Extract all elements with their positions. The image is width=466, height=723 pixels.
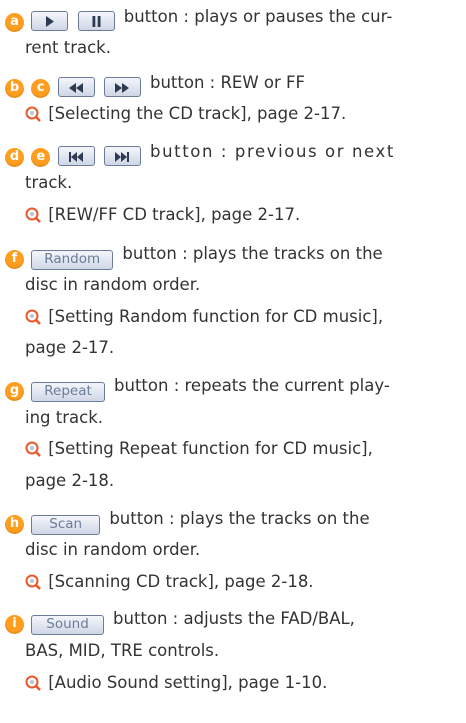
magnifier-icon: [25, 574, 41, 590]
item-i: i Sound button : adjusts the FAD/BAL,: [5, 608, 355, 635]
item-g-ref-text: [Setting Repeat function for CD music],: [48, 439, 373, 458]
item-de: d e button : previous or next: [5, 141, 395, 167]
item-i-desc: button : adjusts the FAD/BAL,: [113, 609, 355, 628]
rewind-icon: [69, 82, 83, 93]
badge-d: d: [5, 148, 24, 167]
item-bc: b c button : REW or FF: [5, 72, 306, 98]
rewind-button[interactable]: [57, 77, 95, 97]
item-de-ref[interactable]: [REW/FF CD track], page 2-17.: [25, 204, 300, 226]
item-de-desc: button : previous or next: [150, 142, 395, 161]
item-g: g Repeat button : repeats the current pl…: [5, 375, 390, 402]
magnifier-icon: [25, 675, 41, 691]
previous-track-icon: [69, 151, 83, 162]
magnifier-icon: [25, 441, 41, 457]
item-i-ref[interactable]: [Audio Sound setting], page 1-10.: [25, 672, 327, 694]
item-i-desc-cont: BAS, MID, TRE controls.: [25, 641, 220, 660]
item-bc-ref[interactable]: [Selecting the CD track], page 2-17.: [25, 103, 346, 125]
magnifier-icon: [25, 309, 41, 325]
magnifier-icon: [25, 207, 41, 223]
item-g-desc: button : repeats the current play-: [114, 376, 390, 395]
item-h-ref[interactable]: [Scanning CD track], page 2-18.: [25, 571, 314, 593]
item-f-ref-text: [Setting Random function for CD music],: [48, 307, 384, 326]
pause-icon: [92, 16, 100, 27]
badge-h: h: [5, 515, 24, 534]
item-g-ref-cont: page 2-18.: [25, 471, 115, 490]
fast-forward-icon: [115, 82, 130, 93]
badge-e: e: [31, 148, 51, 167]
random-button[interactable]: Random: [31, 250, 114, 270]
item-f-desc-cont: disc in random order.: [25, 275, 201, 294]
previous-track-button[interactable]: [57, 146, 95, 166]
item-h-ref-text: [Scanning CD track], page 2-18.: [48, 572, 314, 591]
repeat-button[interactable]: Repeat: [31, 382, 105, 402]
item-h-desc-cont: disc in random order.: [25, 540, 201, 559]
scan-button[interactable]: Scan: [31, 515, 101, 535]
badge-a: a: [5, 13, 24, 32]
badge-f: f: [5, 250, 24, 269]
next-track-icon: [115, 151, 130, 162]
badge-g: g: [5, 382, 24, 401]
pause-button[interactable]: [77, 11, 115, 31]
fast-forward-button[interactable]: [103, 77, 141, 97]
badge-c: c: [31, 79, 51, 98]
badge-b: b: [5, 79, 24, 98]
item-bc-ref-text: [Selecting the CD track], page 2-17.: [48, 104, 347, 123]
item-a: a button : plays or pauses the cur-: [5, 6, 393, 32]
item-g-ref[interactable]: [Setting Repeat function for CD music],: [25, 438, 373, 460]
next-track-button[interactable]: [103, 146, 141, 166]
item-i-ref-text: [Audio Sound setting], page 1-10.: [48, 673, 328, 692]
item-f: f Random button : plays the tracks on th…: [5, 243, 383, 270]
item-de-ref-text: [REW/FF CD track], page 2-17.: [48, 205, 301, 224]
item-f-desc: button : plays the tracks on the: [122, 244, 383, 263]
magnifier-icon: [25, 106, 41, 122]
badge-i: i: [5, 615, 24, 634]
item-f-ref-cont: page 2-17.: [25, 338, 115, 357]
item-h-desc: button : plays the tracks on the: [109, 509, 370, 528]
item-a-desc-cont: rent track.: [25, 38, 111, 57]
item-g-desc-cont: ing track.: [25, 408, 103, 427]
item-f-ref[interactable]: [Setting Random function for CD music],: [25, 306, 383, 328]
item-bc-desc: button : REW or FF: [150, 73, 306, 92]
item-a-desc: button : plays or pauses the cur-: [123, 7, 393, 26]
sound-button[interactable]: Sound: [31, 615, 104, 635]
item-de-desc-cont: track.: [25, 173, 73, 192]
item-h: h Scan button : plays the tracks on the: [5, 508, 370, 535]
play-button[interactable]: [31, 11, 69, 31]
play-icon: [45, 16, 54, 27]
